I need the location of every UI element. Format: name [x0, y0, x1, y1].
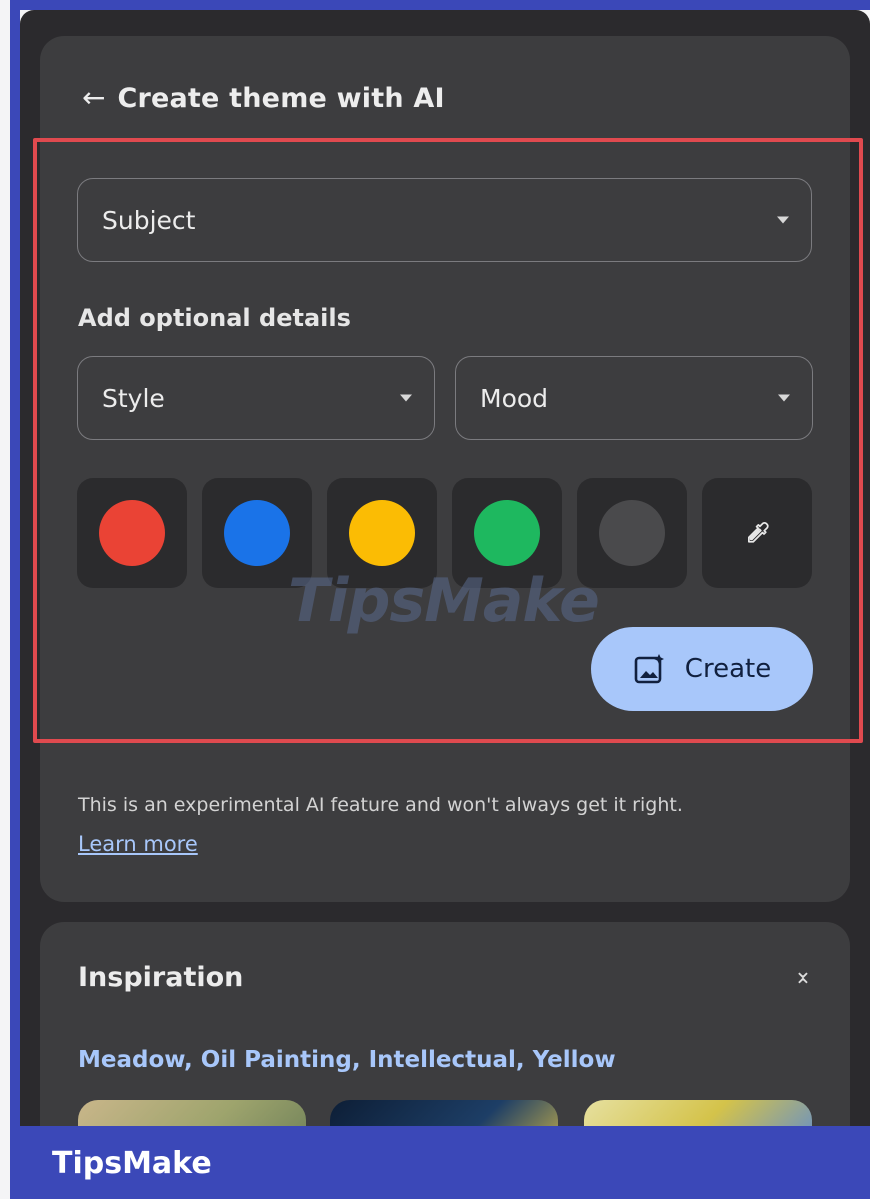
collapse-icon[interactable]: ⌄ ⌃	[788, 961, 818, 1004]
top-border	[10, 0, 870, 10]
learn-more-link[interactable]: Learn more	[78, 832, 198, 856]
left-border	[10, 0, 20, 1130]
page-title: Create theme with AI	[117, 82, 445, 114]
panel-header: ← Create theme with AI	[82, 76, 445, 120]
disclaimer-text: This is an experimental AI feature and w…	[78, 794, 683, 816]
inspiration-title: Inspiration	[78, 962, 244, 993]
highlight-frame	[33, 138, 863, 743]
arrow-left-icon[interactable]: ←	[82, 84, 105, 112]
inspiration-prompt-link[interactable]: Meadow, Oil Painting, Intellectual, Yell…	[78, 1047, 616, 1073]
footer-brand: TipsMake	[52, 1146, 212, 1181]
